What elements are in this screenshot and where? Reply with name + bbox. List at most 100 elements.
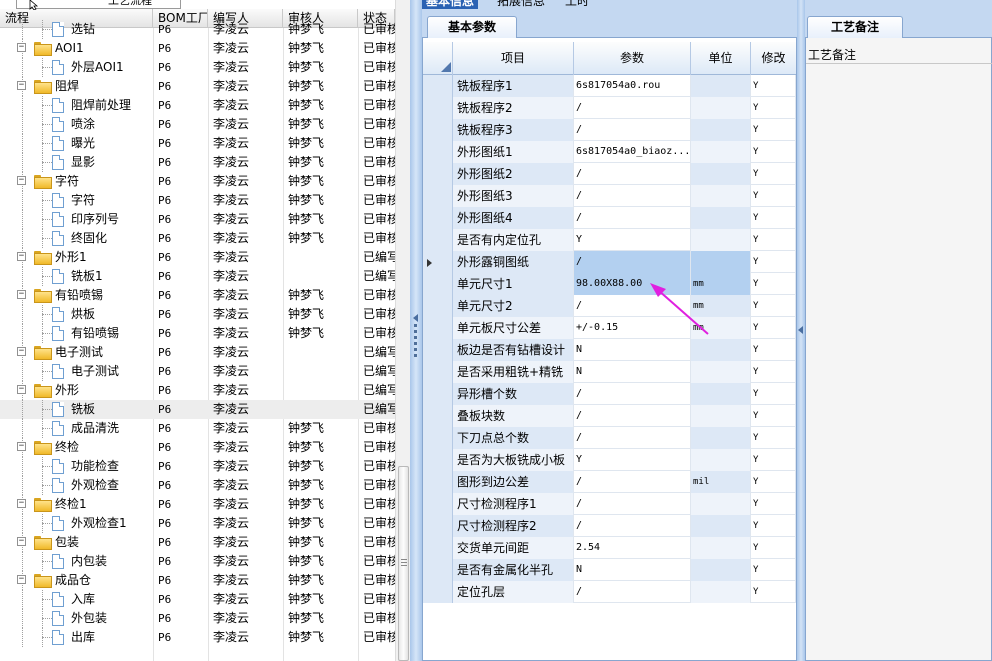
collapse-toggle-icon[interactable]: − (17, 442, 26, 451)
param-unit[interactable] (691, 383, 751, 405)
param-modify[interactable]: Y (751, 251, 796, 273)
param-value[interactable]: / (574, 581, 691, 603)
tree-scrollbar-thumb[interactable] (398, 466, 409, 661)
param-row[interactable]: 图形到边公差 / mil Y (423, 471, 796, 493)
param-row[interactable]: 外形露铜图纸 / Y (423, 251, 796, 273)
tree-row[interactable]: − 外形 P6 李凌云 已编写 (0, 381, 399, 400)
param-row[interactable]: 交货单元间距 2.54 Y (423, 537, 796, 559)
col-param[interactable]: 参数 (574, 42, 691, 75)
param-row[interactable]: 是否有内定位孔 Y Y (423, 229, 796, 251)
tab-work-hours[interactable]: 工时 (561, 0, 593, 9)
tree-row[interactable]: 喷涂 P6 李凌云 钟梦飞 已审核 (0, 115, 399, 134)
param-value[interactable]: / (574, 163, 691, 185)
row-indicator[interactable] (423, 559, 453, 581)
row-indicator[interactable] (423, 207, 453, 229)
tree-row[interactable]: − 终检 P6 李凌云 钟梦飞 已审核 (0, 438, 399, 457)
collapse-toggle-icon[interactable]: − (17, 176, 26, 185)
param-unit[interactable] (691, 405, 751, 427)
row-indicator[interactable] (423, 427, 453, 449)
param-row[interactable]: 板边是否有钻槽设计 N Y (423, 339, 796, 361)
param-row[interactable]: 外形图纸4/ Y (423, 207, 796, 229)
tree-row[interactable]: 外观检查 P6 李凌云 钟梦飞 已审核 (0, 476, 399, 495)
tree-row[interactable]: − 包装 P6 李凌云 钟梦飞 已审核 (0, 533, 399, 552)
row-indicator[interactable] (423, 317, 453, 339)
param-modify[interactable]: Y (751, 229, 796, 251)
param-modify[interactable]: Y (751, 537, 796, 559)
tree-row[interactable]: 铣板1 P6 李凌云 已编写 (0, 267, 399, 286)
collapse-toggle-icon[interactable]: − (17, 537, 26, 546)
col-item[interactable]: 项目 (453, 42, 574, 75)
param-row[interactable]: 是否有金属化半孔 N Y (423, 559, 796, 581)
param-value[interactable]: N (574, 361, 691, 383)
tab-basic-params[interactable]: 基本参数 (427, 16, 517, 38)
param-unit[interactable] (691, 537, 751, 559)
param-value[interactable]: Y (574, 229, 691, 251)
param-value[interactable]: / (574, 405, 691, 427)
param-row[interactable]: 是否采用粗铣+精铣 N Y (423, 361, 796, 383)
param-modify[interactable]: Y (751, 515, 796, 537)
param-unit[interactable] (691, 493, 751, 515)
param-row[interactable]: 外形图纸3/ Y (423, 185, 796, 207)
tree-row[interactable]: − 有铅喷锡 P6 李凌云 钟梦飞 已审核 (0, 286, 399, 305)
row-indicator[interactable] (423, 295, 453, 317)
tree-row[interactable]: 字符 P6 李凌云 钟梦飞 已审核 (0, 191, 399, 210)
collapse-toggle-icon[interactable]: − (17, 290, 26, 299)
param-unit[interactable] (691, 229, 751, 251)
param-value[interactable]: / (574, 185, 691, 207)
collapse-toggle-icon[interactable]: − (17, 575, 26, 584)
param-modify[interactable]: Y (751, 141, 796, 163)
param-row[interactable]: 铣板程序1 6s817054a0.rou Y (423, 75, 796, 97)
param-modify[interactable]: Y (751, 493, 796, 515)
param-value[interactable]: 6s817054a0_biaoz... (574, 141, 691, 163)
param-row[interactable]: 异形槽个数 / Y (423, 383, 796, 405)
param-modify[interactable]: Y (751, 163, 796, 185)
collapse-toggle-icon[interactable]: − (17, 252, 26, 261)
param-modify[interactable]: Y (751, 581, 796, 603)
param-row[interactable]: 单元尺寸2/mm Y (423, 295, 796, 317)
param-unit[interactable] (691, 119, 751, 141)
row-indicator[interactable] (423, 119, 453, 141)
row-indicator[interactable] (423, 251, 453, 273)
param-unit[interactable] (691, 163, 751, 185)
param-row[interactable]: 外形图纸1 6s817054a0_biaoz... Y (423, 141, 796, 163)
col-modify[interactable]: 修改 (751, 42, 796, 75)
param-value[interactable]: 2.54 (574, 537, 691, 559)
row-indicator[interactable] (423, 97, 453, 119)
param-row[interactable]: 单元尺寸1 98.00X88.00 mm Y (423, 273, 796, 295)
param-row[interactable]: 是否为大板铣成小板 Y Y (423, 449, 796, 471)
right-splitter[interactable] (797, 0, 805, 661)
param-unit[interactable] (691, 361, 751, 383)
tree-row[interactable]: − 成品仓 P6 李凌云 钟梦飞 已审核 (0, 571, 399, 590)
tree-row[interactable]: − AOI1 P6 李凌云 钟梦飞 已审核 (0, 39, 399, 58)
collapse-toggle-icon[interactable]: − (17, 81, 26, 90)
tree-row[interactable]: 阻焊前处理 P6 李凌云 钟梦飞 已审核 (0, 96, 399, 115)
collapse-right-arrow-icon[interactable] (798, 326, 803, 334)
param-unit[interactable]: mil (691, 471, 751, 493)
tree-row[interactable]: − 字符 P6 李凌云 钟梦飞 已审核 (0, 172, 399, 191)
param-unit[interactable] (691, 515, 751, 537)
row-indicator[interactable] (423, 449, 453, 471)
tree-row[interactable]: 铣板 P6 李凌云 已编写 (0, 400, 399, 419)
row-indicator[interactable] (423, 493, 453, 515)
collapse-toggle-icon[interactable]: − (17, 385, 26, 394)
collapse-toggle-icon[interactable]: − (17, 43, 26, 52)
tab-process-note[interactable]: 工艺备注 (807, 16, 903, 38)
param-modify[interactable]: Y (751, 295, 796, 317)
param-modify[interactable]: Y (751, 383, 796, 405)
collapse-toggle-icon[interactable]: − (17, 499, 26, 508)
tree-row[interactable]: 外观检查1 P6 李凌云 钟梦飞 已审核 (0, 514, 399, 533)
row-indicator[interactable] (423, 141, 453, 163)
col-unit[interactable]: 单位 (691, 42, 751, 75)
row-indicator[interactable] (423, 383, 453, 405)
param-row[interactable]: 叠板块数 / Y (423, 405, 796, 427)
row-indicator[interactable] (423, 339, 453, 361)
param-value[interactable]: / (574, 471, 691, 493)
tree-scrollbar[interactable] (395, 0, 410, 661)
param-row[interactable]: 外形图纸2/ Y (423, 163, 796, 185)
row-indicator[interactable] (423, 163, 453, 185)
tab-extended-info[interactable]: 拓展信息 (493, 0, 549, 9)
param-value[interactable]: / (574, 383, 691, 405)
collapse-left-arrow-icon[interactable] (413, 314, 418, 322)
param-row[interactable]: 尺寸检测程序2/ Y (423, 515, 796, 537)
param-unit[interactable] (691, 185, 751, 207)
